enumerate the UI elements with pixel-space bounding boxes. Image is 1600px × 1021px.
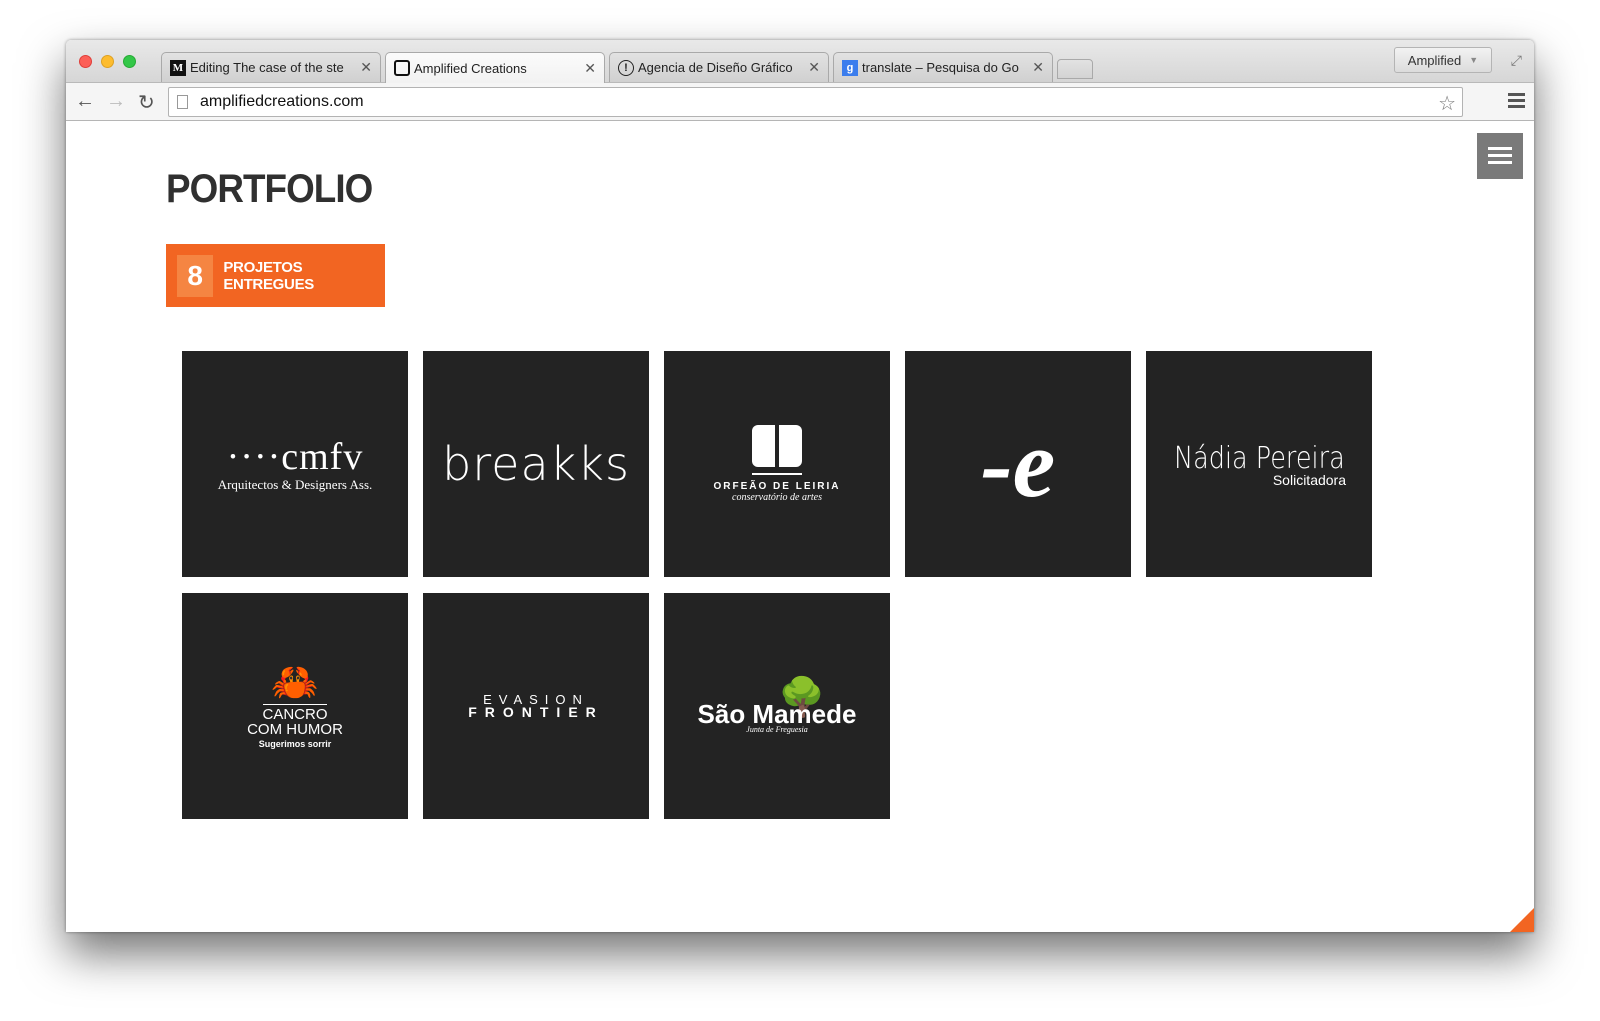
page-content: PORTFOLIO 8 PROJETOS ENTREGUES ····cmfv … <box>66 121 1534 932</box>
project-tile-breakks[interactable]: breakks <box>423 351 649 577</box>
fullscreen-icon[interactable]: ⤢ <box>1511 52 1522 69</box>
profile-button[interactable]: Amplified ▼ <box>1394 47 1492 73</box>
crab-icon: 🦀 <box>271 661 319 704</box>
project-tile-sao-mamede[interactable]: 🌳 São Mamede Junta de Freguesia <box>664 593 890 819</box>
tab-editing[interactable]: M Editing The case of the ste ✕ <box>161 52 381 82</box>
tab-list: M Editing The case of the ste ✕ Amplifie… <box>161 52 1093 83</box>
close-tab-icon[interactable]: ✕ <box>584 60 596 77</box>
project-logo-subtitle: Junta de Freguesia <box>746 724 808 734</box>
orfeao-logo-icon <box>752 425 802 467</box>
project-tile-cmfv[interactable]: ····cmfv Arquitectos & Designers Ass. <box>182 351 408 577</box>
speech-bubble-favicon-icon: ! <box>618 59 634 76</box>
project-logo-subtitle: conservatório de artes <box>732 492 822 503</box>
browser-window: M Editing The case of the ste ✕ Amplifie… <box>66 40 1534 932</box>
project-logo-text: FRONTIER <box>468 704 604 720</box>
project-logo-text: CANCRO <box>262 705 328 723</box>
zoom-window-button[interactable] <box>123 55 136 68</box>
reload-icon[interactable]: ↻ <box>138 90 155 115</box>
tab-title: Agencia de Diseño Gráfico <box>638 60 793 75</box>
projects-label: PROJETOS ENTREGUES <box>223 258 314 293</box>
chevron-down-icon: ▼ <box>1469 55 1479 65</box>
minimize-window-button[interactable] <box>101 55 114 68</box>
close-window-button[interactable] <box>79 55 92 68</box>
project-logo-text: ORFEÃO DE LEIRIA <box>713 481 841 492</box>
close-tab-icon[interactable]: ✕ <box>808 59 820 76</box>
projects-count: 8 <box>177 254 214 297</box>
star-icon[interactable]: ☆ <box>1438 91 1456 116</box>
project-logo-text: breakks <box>442 437 630 491</box>
close-tab-icon[interactable]: ✕ <box>360 59 372 76</box>
window-controls <box>79 55 136 68</box>
medium-favicon-icon: M <box>170 59 186 76</box>
page-icon <box>177 95 188 109</box>
project-logo-text: COM HUMOR <box>247 720 343 738</box>
tab-title: Editing The case of the ste <box>190 60 344 75</box>
tab-title: Amplified Creations <box>414 60 527 76</box>
url-text: amplifiedcreations.com <box>200 93 364 110</box>
new-tab-button[interactable] <box>1057 59 1093 79</box>
hamburger-menu-icon[interactable] <box>1508 93 1525 111</box>
project-tile-nadia-pereira[interactable]: Nádia Pereira Solicitadora <box>1146 351 1372 577</box>
close-tab-icon[interactable]: ✕ <box>1032 59 1044 76</box>
tab-amplified-creations[interactable]: Amplified Creations ✕ <box>385 52 605 83</box>
project-tile-e[interactable]: -e <box>905 351 1131 577</box>
browser-toolbar: ← → ↻ amplifiedcreations.com ☆ <box>66 82 1534 121</box>
tab-strip: M Editing The case of the ste ✕ Amplifie… <box>66 40 1534 83</box>
project-tile-orfeao[interactable]: ORFEÃO DE LEIRIA conservatório de artes <box>664 351 890 577</box>
project-tile-cancro-com-humor[interactable]: 🦀 CANCRO COM HUMOR Sugerimos sorrir <box>182 593 408 819</box>
project-tile-evasion-frontier[interactable]: EVASION FRONTIER <box>423 593 649 819</box>
tab-title: translate – Pesquisa do Go <box>862 60 1019 75</box>
project-logo-subtitle: Sugerimos sorrir <box>258 738 332 749</box>
project-logo-text: São Mamede <box>697 698 857 729</box>
forward-arrow-icon[interactable]: → <box>106 90 126 113</box>
corner-accent <box>1510 908 1534 932</box>
tab-agencia[interactable]: ! Agencia de Diseño Gráfico ✕ <box>609 52 829 82</box>
address-bar[interactable]: amplifiedcreations.com ☆ <box>168 87 1463 117</box>
project-logo-text: Nádia Pereira <box>1173 440 1345 476</box>
project-logo-subtitle: Arquitectos & Designers Ass. <box>217 477 373 492</box>
project-logo-text: -e <box>980 410 1056 517</box>
profile-name: Amplified <box>1407 52 1462 68</box>
site-menu-button[interactable] <box>1477 133 1523 179</box>
project-logo-text: ····cmfv <box>226 436 364 478</box>
google-favicon-icon: g <box>842 59 858 76</box>
tab-translate[interactable]: g translate – Pesquisa do Go ✕ <box>833 52 1053 82</box>
amplified-favicon-icon <box>394 60 410 76</box>
page-title: PORTFOLIO <box>166 167 373 211</box>
projects-badge: 8 PROJETOS ENTREGUES <box>166 244 385 307</box>
back-arrow-icon[interactable]: ← <box>75 90 95 113</box>
